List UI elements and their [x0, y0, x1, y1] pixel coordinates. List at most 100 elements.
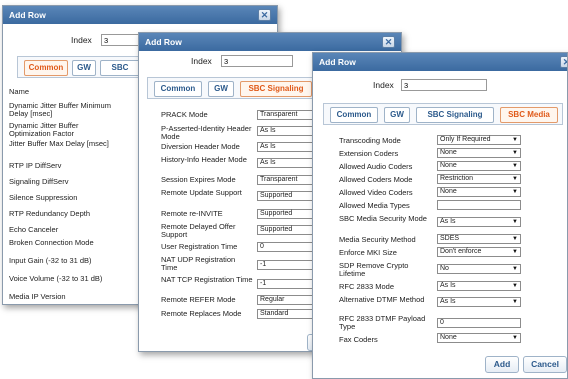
tab-gw[interactable]: GW	[384, 107, 410, 123]
allowed-video-coders-select[interactable]: None ▼	[437, 187, 521, 197]
transcoding-mode-select[interactable]: Only If Required ▼	[437, 135, 521, 145]
select-value: Transparent	[260, 111, 298, 118]
fax-coders-select[interactable]: None ▼	[437, 333, 521, 343]
tab-sbc-signaling[interactable]: SBC Signaling	[416, 107, 494, 123]
field-label: Allowed Media Types	[339, 201, 410, 210]
select-value: Regular	[260, 296, 285, 303]
field-label: Remote Update Support	[161, 188, 242, 197]
field-label: Allowed Coders Mode	[339, 175, 413, 184]
extension-coders-select[interactable]: None ▼	[437, 148, 521, 158]
field-label: Media Security Method	[339, 235, 416, 244]
field-label: Signaling DiffServ	[9, 177, 69, 186]
close-icon[interactable]: ✕	[560, 56, 567, 68]
dialog-titlebar[interactable]: Add Row ✕	[139, 33, 401, 51]
chevron-down-icon: ▼	[512, 283, 518, 289]
field-label: RTP Redundancy Depth	[9, 209, 91, 218]
field-label: Jitter Buffer Max Delay [msec]	[9, 139, 109, 148]
select-value: Restriction	[440, 175, 474, 182]
cancel-button[interactable]: Cancel	[523, 356, 567, 373]
chevron-down-icon: ▼	[512, 266, 518, 272]
chevron-down-icon: ▼	[512, 236, 518, 242]
sbc-media-security-mode-select[interactable]: As Is ▼	[437, 217, 521, 227]
tab-sbc-signaling[interactable]: SBC Signaling	[240, 81, 312, 97]
index-input[interactable]	[221, 55, 293, 67]
field-label: History-Info Header Mode	[161, 155, 247, 164]
field-label: Diversion Header Mode	[161, 142, 240, 151]
field-label: NAT TCP Registration Time	[161, 275, 253, 284]
allowed-coders-mode-select[interactable]: Restriction ▼	[437, 174, 521, 184]
rfc-2833-dtmf-payload-input[interactable]: 0	[437, 318, 521, 328]
field-label: Remote REFER Mode	[161, 295, 236, 304]
select-value: SDES	[440, 235, 460, 242]
close-icon[interactable]: ✕	[382, 36, 395, 48]
index-input[interactable]	[401, 79, 487, 91]
field-label: Voice Volume (-32 to 31 dB)	[9, 274, 103, 283]
chevron-down-icon: ▼	[512, 163, 518, 169]
field-label: Remote Delayed Offer Support	[161, 222, 236, 239]
allowed-media-types-input[interactable]	[437, 200, 521, 210]
select-value: None	[440, 149, 457, 156]
index-label: Index	[191, 56, 212, 66]
select-value: Standard	[260, 310, 289, 317]
sdp-remove-crypto-lifetime-select[interactable]: No ▼	[437, 264, 521, 274]
select-value: None	[440, 162, 457, 169]
field-label: NAT UDP Registration Time	[161, 255, 236, 272]
allowed-audio-coders-select[interactable]: None ▼	[437, 161, 521, 171]
field-label: P-Asserted-Identity Header Mode	[161, 124, 252, 141]
tab-sbc[interactable]: SBC	[100, 60, 140, 76]
index-label: Index	[373, 80, 394, 90]
dialog-title: Add Row	[145, 37, 182, 47]
field-label: User Registration Time	[161, 242, 238, 251]
select-value: As Is	[440, 282, 456, 289]
chevron-down-icon: ▼	[512, 189, 518, 195]
select-value: No	[440, 265, 449, 272]
enforce-mki-size-select[interactable]: Don't enforce ▼	[437, 247, 521, 257]
field-label: SBC Media Security Mode	[339, 214, 427, 223]
alternative-dtmf-method-select[interactable]: As Is ▼	[437, 297, 521, 307]
tab-bar: Common GW SBC Signaling SBC Media	[323, 103, 563, 125]
index-label: Index	[71, 35, 92, 45]
select-value: As Is	[260, 159, 276, 166]
tab-gw[interactable]: GW	[208, 81, 234, 97]
chevron-down-icon: ▼	[512, 249, 518, 255]
field-label: Name	[9, 87, 30, 96]
field-label: Extension Coders	[339, 149, 399, 158]
rfc-2833-mode-select[interactable]: As Is ▼	[437, 281, 521, 291]
chevron-down-icon: ▼	[512, 176, 518, 182]
select-value: As Is	[440, 218, 456, 225]
field-label: RTP IP DiffServ	[9, 161, 62, 170]
select-value: None	[440, 188, 457, 195]
dialog-title: Add Row	[9, 10, 46, 20]
tab-common[interactable]: Common	[24, 60, 68, 76]
field-label: Allowed Audio Coders	[339, 162, 413, 171]
field-label: Broken Connection Mode	[9, 238, 94, 247]
field-label: Transcoding Mode	[339, 136, 401, 145]
field-label: Remote re-INVITE	[161, 209, 223, 218]
select-value: Don't enforce	[440, 248, 482, 255]
tab-common[interactable]: Common	[154, 81, 202, 97]
field-label: Dynamic Jitter Buffer Optimization Facto…	[9, 121, 79, 138]
field-label: Dynamic Jitter Buffer Minimum Delay [mse…	[9, 101, 111, 118]
field-label: Remote Replaces Mode	[161, 309, 242, 318]
select-value: Only If Required	[440, 136, 491, 143]
tab-gw[interactable]: GW	[72, 60, 96, 76]
dialog-titlebar[interactable]: Add Row ✕	[313, 53, 567, 71]
field-label: RFC 2833 DTMF Payload Type	[339, 314, 426, 331]
media-security-method-select[interactable]: SDES ▼	[437, 234, 521, 244]
tab-sbc-media[interactable]: SBC Media	[500, 107, 558, 123]
select-value: Supported	[260, 210, 293, 217]
field-label: Fax Coders	[339, 335, 378, 344]
tab-common[interactable]: Common	[330, 107, 378, 123]
select-value: Transparent	[260, 176, 298, 183]
select-value: As Is	[260, 127, 276, 134]
field-label: PRACK Mode	[161, 110, 208, 119]
chevron-down-icon: ▼	[512, 150, 518, 156]
select-value: As Is	[260, 143, 276, 150]
dialog-title: Add Row	[319, 57, 356, 67]
field-label: Echo Canceler	[9, 225, 59, 234]
close-icon[interactable]: ✕	[258, 9, 271, 21]
add-button[interactable]: Add	[485, 356, 519, 373]
dialog-titlebar[interactable]: Add Row ✕	[3, 6, 277, 24]
chevron-down-icon: ▼	[512, 299, 518, 305]
add-row-dialog-sbc-media: Add Row ✕ Index Common GW SBC Signaling …	[312, 52, 568, 379]
